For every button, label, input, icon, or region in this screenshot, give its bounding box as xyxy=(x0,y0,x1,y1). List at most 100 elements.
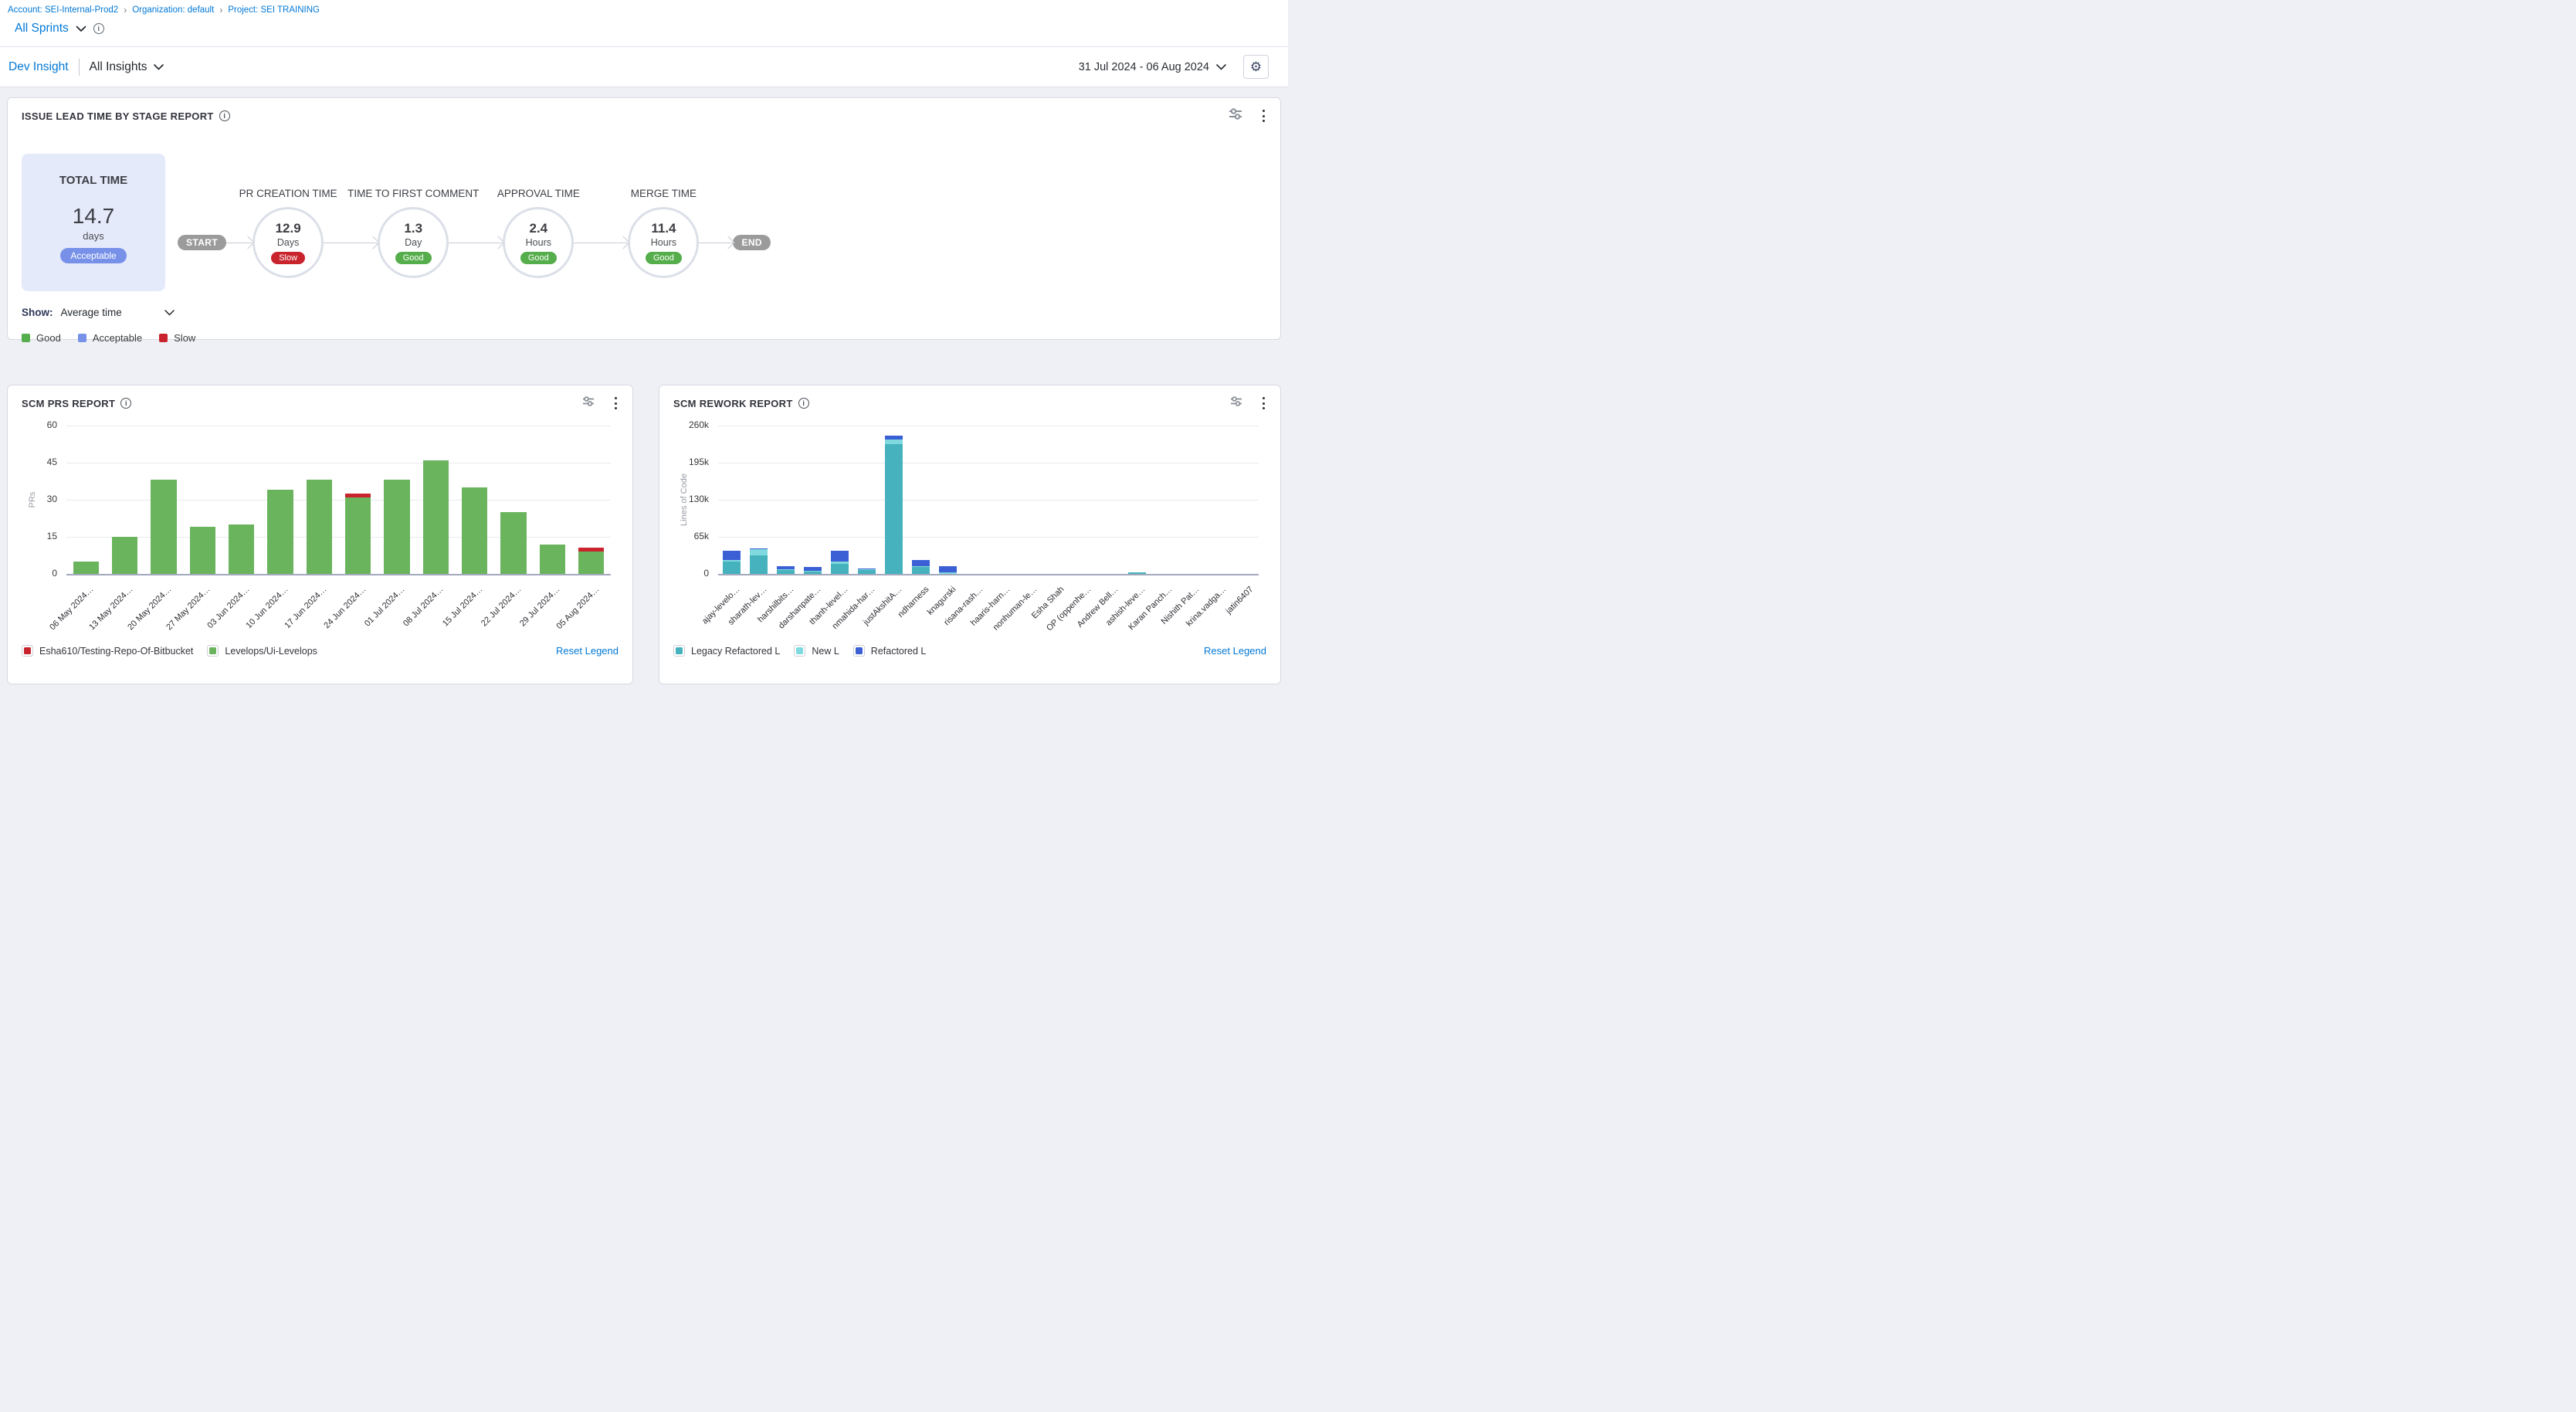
bar-segment[interactable] xyxy=(912,566,930,567)
legend-item[interactable]: Levelops/Ui-Levelops xyxy=(207,645,317,657)
bar-segment[interactable] xyxy=(804,572,822,574)
bar-segment[interactable] xyxy=(777,569,795,570)
pipeline-start-pill: START xyxy=(178,235,226,250)
bar-segment[interactable] xyxy=(885,444,903,574)
bar-segment[interactable] xyxy=(307,480,332,574)
info-icon[interactable]: i xyxy=(93,23,104,34)
bar-segment[interactable] xyxy=(345,497,371,574)
bar-segment[interactable] xyxy=(858,570,876,574)
bar-segment[interactable] xyxy=(423,460,449,574)
bar-segment[interactable] xyxy=(190,527,215,574)
bar-segment[interactable] xyxy=(885,436,903,440)
breadcrumb-link[interactable]: Project: SEI TRAINING xyxy=(228,5,320,15)
gridline xyxy=(66,500,611,501)
bar-segment[interactable] xyxy=(723,551,741,559)
bar-segment[interactable] xyxy=(750,549,768,555)
breadcrumb-link[interactable]: Account: SEI-Internal-Prod2 xyxy=(8,5,118,15)
bar-segment[interactable] xyxy=(777,570,795,574)
legend-item[interactable]: Acceptable xyxy=(78,332,142,344)
kebab-menu-icon[interactable] xyxy=(1261,395,1266,411)
bar-segment[interactable] xyxy=(723,562,741,574)
reset-legend-link[interactable]: Reset Legend xyxy=(556,645,619,657)
total-time-badge: Acceptable xyxy=(60,248,126,263)
dashboard-content: ISSUE LEAD TIME BY STAGE REPORT i TOTAL … xyxy=(0,87,1288,684)
dev-insight-link[interactable]: Dev Insight xyxy=(8,60,69,74)
bar-segment[interactable] xyxy=(804,571,822,572)
gridline xyxy=(718,574,1259,575)
bar-segment[interactable] xyxy=(912,566,930,574)
show-selector[interactable]: Show: Average time xyxy=(22,307,175,318)
bar-segment[interactable] xyxy=(578,552,604,574)
y-axis-tick: 260k xyxy=(680,419,709,430)
filter-sliders-icon[interactable] xyxy=(1230,395,1242,411)
bar-segment[interactable] xyxy=(384,480,409,574)
legend-item[interactable]: Slow xyxy=(159,332,195,344)
sprint-selector-label[interactable]: All Sprints xyxy=(15,22,69,36)
info-icon[interactable]: i xyxy=(798,398,809,409)
pipeline-stage[interactable]: PR CREATION TIME12.9DaysSlow xyxy=(253,207,324,278)
legend-checkbox xyxy=(22,645,33,657)
bar-segment[interactable] xyxy=(578,548,604,552)
pipeline-stage[interactable]: APPROVAL TIME2.4HoursGood xyxy=(503,207,574,278)
bar-segment[interactable] xyxy=(540,545,565,574)
bar-segment[interactable] xyxy=(462,487,487,574)
breadcrumb-link[interactable]: Organization: default xyxy=(132,5,214,15)
bar-segment[interactable] xyxy=(267,490,293,574)
legend-item[interactable]: Esha610/Testing-Repo-Of-Bitbucket xyxy=(22,645,193,657)
x-axis-tick: 15 Jul 2024… xyxy=(441,585,484,628)
y-axis-tick: 45 xyxy=(28,457,57,467)
reset-legend-link[interactable]: Reset Legend xyxy=(1204,645,1266,657)
panel-title: SCM PRS REPORT xyxy=(22,398,115,409)
kebab-menu-icon[interactable] xyxy=(1261,108,1266,124)
bar-segment[interactable] xyxy=(831,551,849,561)
bar-segment[interactable] xyxy=(939,566,957,572)
chevron-down-icon xyxy=(164,310,175,316)
legend-item[interactable]: New L xyxy=(794,645,839,657)
bar-segment[interactable] xyxy=(500,512,526,574)
settings-button[interactable]: ⚙ xyxy=(1243,55,1269,79)
bar-segment[interactable] xyxy=(750,555,768,574)
legend-item[interactable]: Good xyxy=(22,332,61,344)
legend-swatch xyxy=(159,334,168,342)
x-axis-tick: jatin6407 xyxy=(1224,585,1255,616)
legend-item[interactable]: Legacy Refactored L xyxy=(673,645,780,657)
legend-label: New L xyxy=(812,646,839,657)
bar-segment[interactable] xyxy=(885,440,903,443)
bar-segment[interactable] xyxy=(939,572,957,574)
bar-segment[interactable] xyxy=(151,480,176,574)
lead-time-panel: ISSUE LEAD TIME BY STAGE REPORT i TOTAL … xyxy=(7,97,1281,340)
info-icon[interactable]: i xyxy=(219,110,230,121)
bar-segment[interactable] xyxy=(750,548,768,549)
x-axis-tick: 01 Jul 2024… xyxy=(363,585,406,628)
show-value: Average time xyxy=(61,307,122,318)
bar-segment[interactable] xyxy=(73,562,99,574)
legend-label: Good xyxy=(36,332,61,344)
stage-value: 1.3 xyxy=(404,221,422,236)
date-range-selector[interactable]: 31 Jul 2024 - 06 Aug 2024 xyxy=(1079,61,1226,73)
filter-sliders-icon[interactable] xyxy=(582,395,595,411)
bar-segment[interactable] xyxy=(831,564,849,574)
bar-segment[interactable] xyxy=(345,494,371,497)
bar-segment[interactable] xyxy=(1128,572,1146,574)
page: Account: SEI-Internal-Prod2›Organization… xyxy=(0,0,1288,706)
bar-segment[interactable] xyxy=(777,566,795,569)
info-icon[interactable]: i xyxy=(120,398,131,409)
bar-segment[interactable] xyxy=(112,537,137,574)
filter-sliders-icon[interactable] xyxy=(1229,107,1242,124)
bar-segment[interactable] xyxy=(912,560,930,566)
bar-segment[interactable] xyxy=(831,562,849,564)
panel-title: SCM REWORK REPORT xyxy=(673,398,793,409)
stage-status-badge: Slow xyxy=(271,252,305,264)
sprint-selector[interactable]: All Sprints i xyxy=(15,22,1288,36)
insight-selector[interactable]: All Insights xyxy=(90,60,164,74)
bar-segment[interactable] xyxy=(804,567,822,571)
pipeline-stage[interactable]: TIME TO FIRST COMMENT1.3DayGood xyxy=(378,207,449,278)
bar-segment[interactable] xyxy=(723,560,741,562)
bar-segment[interactable] xyxy=(229,524,254,574)
legend-label: Esha610/Testing-Repo-Of-Bitbucket xyxy=(39,646,193,657)
charts-row: SCM PRS REPORT i PRs 01530456006 May 202… xyxy=(7,385,1281,684)
legend-item[interactable]: Refactored L xyxy=(853,645,927,657)
x-axis-tick: 24 Jun 2024… xyxy=(322,585,368,630)
kebab-menu-icon[interactable] xyxy=(613,395,619,411)
pipeline-stage[interactable]: MERGE TIME11.4HoursGood xyxy=(628,207,699,278)
